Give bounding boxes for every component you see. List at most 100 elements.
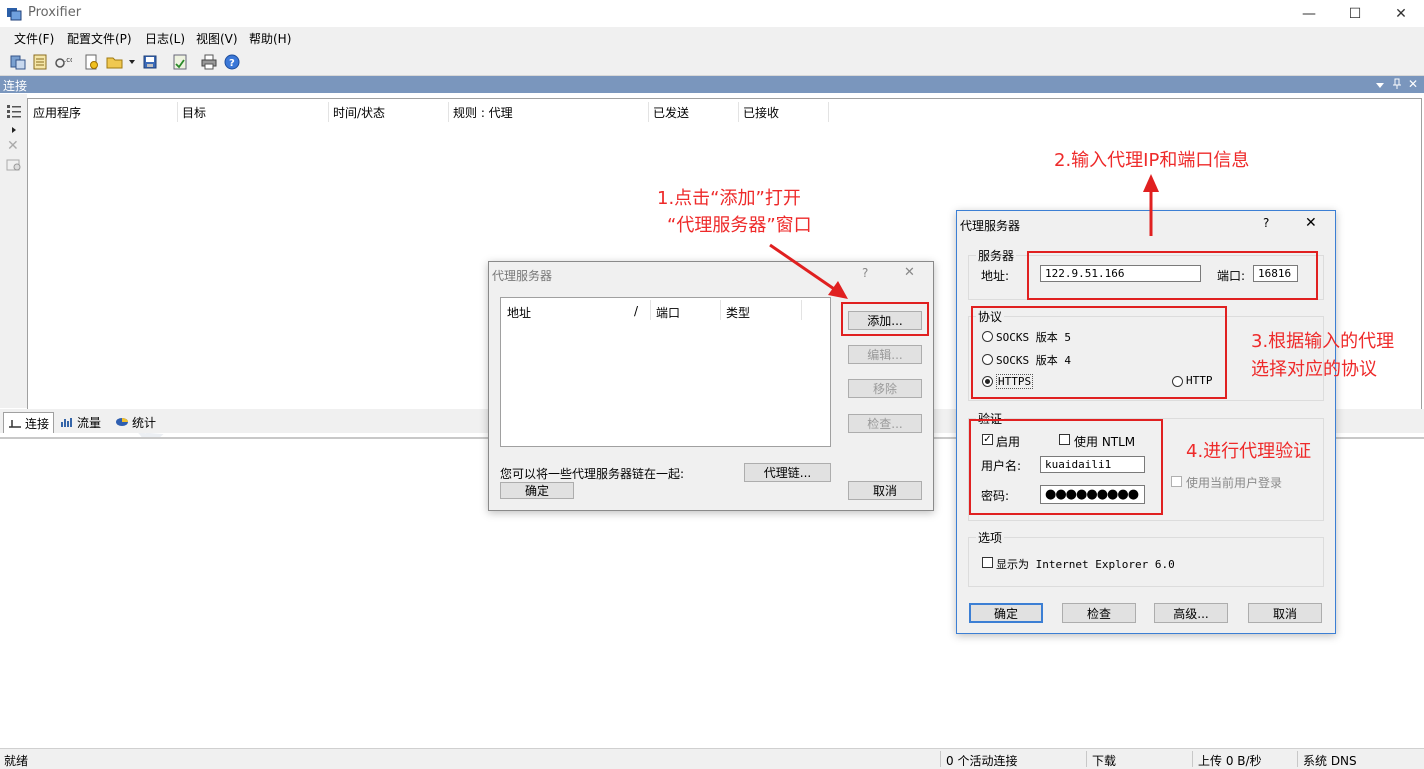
status-active-connections: 0 个活动连接 — [946, 754, 1018, 768]
list-view-icon[interactable] — [6, 104, 22, 121]
column-port[interactable]: 端口 — [656, 304, 680, 321]
menu-help[interactable]: 帮助(H) — [249, 30, 291, 47]
tab-traffic[interactable]: 流量 — [56, 412, 105, 432]
traffic-chart-icon — [61, 418, 72, 427]
proxy-servers-dialog-title: 代理服务器 — [492, 269, 553, 283]
proxy-servers-dialog: 代理服务器 ? ✕ 地址 / 端口 类型 添加... 编辑... 移除 检查..… — [488, 261, 934, 511]
status-ready: 就绪 — [4, 754, 29, 768]
proxy-chain-hint: 您可以将一些代理服务器链在一起: — [500, 467, 685, 481]
window-title: Proxifier — [28, 5, 82, 20]
menu-profile[interactable]: 配置文件(P) — [67, 30, 132, 47]
dialog-help-button[interactable]: ? — [1263, 216, 1269, 230]
print-icon[interactable] — [200, 53, 218, 71]
proxy-edit-advanced-button[interactable]: 高级... — [1154, 603, 1228, 623]
annotation-step3-line2: 选择对应的协议 — [1251, 359, 1377, 380]
current-user-checkbox[interactable] — [1171, 476, 1182, 487]
proxy-chain-button[interactable]: 代理链... — [744, 463, 831, 482]
tab-traffic-label: 流量 — [77, 415, 102, 430]
pane-pin-icon[interactable] — [1392, 78, 1402, 93]
address-label: 地址: — [981, 269, 1010, 283]
column-time-status[interactable]: 时间/状态 — [333, 104, 385, 122]
save-profile-icon[interactable] — [141, 53, 159, 71]
highlight-authentication — [969, 419, 1163, 515]
dialog-close-button[interactable]: ✕ — [1305, 215, 1317, 231]
rules-icon[interactable] — [31, 53, 49, 71]
expand-arrow-icon[interactable] — [11, 123, 17, 137]
connections-side-toolbar: ✕ — [0, 94, 27, 408]
column-separator[interactable] — [448, 102, 449, 122]
edit-proxy-button[interactable]: 编辑... — [848, 345, 922, 364]
column-separator[interactable] — [177, 102, 178, 122]
title-bar: Proxifier — ☐ ✕ — [0, 0, 1424, 27]
menu-view[interactable]: 视图(V) — [196, 30, 238, 47]
column-rule-proxy[interactable]: 规则 : 代理 — [453, 104, 513, 122]
tab-statistics[interactable]: 统计 — [111, 412, 160, 432]
dialog-help-button[interactable]: ? — [862, 266, 868, 280]
highlight-protocol — [971, 306, 1227, 399]
proxy-edit-ok-button[interactable]: 确定 — [969, 603, 1043, 623]
options-group-label: 选项 — [976, 529, 1005, 546]
statistics-pie-icon — [116, 418, 128, 426]
column-separator[interactable] — [828, 102, 829, 122]
column-type[interactable]: 类型 — [726, 304, 750, 321]
open-dropdown-icon[interactable] — [127, 53, 137, 71]
ie-option-label[interactable]: 显示为 Internet Explorer 6.0 — [996, 556, 1175, 572]
tab-connections-label: 连接 — [25, 416, 50, 431]
name-resolution-icon[interactable]: .com — [54, 53, 72, 71]
svg-text:?: ? — [229, 58, 235, 69]
proxy-edit-cancel-button[interactable]: 取消 — [1248, 603, 1322, 623]
annotation-step2: 2.输入代理IP和端口信息 — [1054, 150, 1250, 171]
proxy-servers-icon[interactable] — [9, 53, 27, 71]
column-separator[interactable] — [738, 102, 739, 122]
help-icon[interactable]: ? — [223, 53, 241, 71]
column-separator[interactable] — [650, 300, 651, 320]
highlight-server-fields — [1027, 251, 1318, 300]
proxy-list-ok-button[interactable]: 确定 — [500, 482, 574, 499]
connections-pane-title: 连接 — [3, 79, 28, 93]
status-separator — [940, 751, 941, 767]
maximize-button[interactable]: ☐ — [1332, 0, 1378, 27]
status-separator — [1192, 751, 1193, 767]
connections-tab-icon — [9, 420, 21, 428]
column-sent[interactable]: 已发送 — [653, 104, 689, 122]
proxifier-app-icon — [6, 5, 22, 21]
status-bar: 就绪 0 个活动连接 下载 上传 0 B/秒 系统 DNS — [0, 748, 1424, 769]
dialog-close-button[interactable]: ✕ — [904, 265, 915, 280]
column-separator[interactable] — [648, 102, 649, 122]
column-application[interactable]: 应用程序 — [33, 104, 81, 122]
annotation-arrow-to-add — [769, 243, 848, 299]
column-separator[interactable] — [720, 300, 721, 320]
status-separator — [1297, 751, 1298, 767]
status-dns: 系统 DNS — [1303, 754, 1357, 768]
menu-log[interactable]: 日志(L) — [145, 30, 185, 47]
proxy-list[interactable]: 地址 / 端口 类型 — [500, 297, 831, 447]
column-address[interactable]: 地址 — [507, 304, 531, 321]
tab-connections[interactable]: 连接 — [3, 412, 55, 433]
status-separator — [1086, 751, 1087, 767]
connection-properties-icon[interactable] — [6, 158, 22, 175]
status-upload: 上传 0 B/秒 — [1198, 754, 1262, 768]
proxy-edit-check-button[interactable]: 检查 — [1062, 603, 1136, 623]
pane-close-icon[interactable]: ✕ — [1408, 77, 1418, 91]
menu-file[interactable]: 文件(F) — [14, 30, 54, 47]
ie-option-checkbox[interactable] — [982, 557, 993, 568]
close-connection-icon[interactable]: ✕ — [7, 138, 19, 154]
profile-settings-icon[interactable] — [171, 53, 189, 71]
column-received[interactable]: 已接收 — [743, 104, 779, 122]
current-user-label[interactable]: 使用当前用户登录 — [1186, 474, 1282, 491]
svg-text:.com: .com — [64, 56, 72, 64]
proxy-list-cancel-button[interactable]: 取消 — [848, 481, 922, 500]
proxy-edit-dialog-title: 代理服务器 — [960, 219, 1021, 233]
column-separator[interactable] — [328, 102, 329, 122]
column-target[interactable]: 目标 — [182, 104, 206, 122]
annotation-arrow-to-server — [1143, 174, 1159, 236]
sort-indicator: / — [634, 304, 639, 318]
close-button[interactable]: ✕ — [1378, 0, 1424, 27]
pane-menu-icon[interactable] — [1375, 79, 1385, 93]
remove-proxy-button[interactable]: 移除 — [848, 379, 922, 398]
open-profile-icon[interactable] — [106, 53, 124, 71]
check-proxy-button[interactable]: 检查... — [848, 414, 922, 433]
minimize-button[interactable]: — — [1286, 0, 1332, 27]
annotation-step3-line1: 3.根据输入的代理 — [1251, 331, 1395, 352]
new-profile-icon[interactable] — [82, 53, 100, 71]
